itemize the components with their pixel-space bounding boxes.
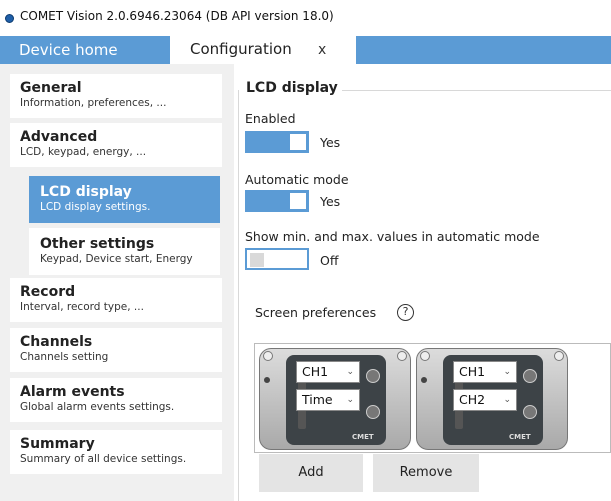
sidebar-item-alarm-events[interactable]: Alarm events Global alarm events setting… [10,378,222,422]
enabled-value: Yes [320,135,341,150]
sidebar-item-summary[interactable]: Summary Summary of all device settings. [10,430,222,474]
screen-1-row-2-select[interactable]: Time ⌄ [296,389,360,411]
sidebar-item-title: Alarm events [20,384,125,400]
device-button-icon [366,405,380,419]
toggle-knob [250,253,264,267]
chevron-down-icon: ⌄ [346,395,354,405]
sidebar-item-subtitle: Global alarm events settings. [20,401,175,413]
screen-1-row-1-select[interactable]: CH1 ⌄ [296,361,360,383]
sidebar-item-title: LCD display [40,184,132,200]
screen-preview-2[interactable]: CMET CH1 ⌄ CH2 ⌄ [416,348,568,450]
title-bar: COMET Vision 2.0.6946.23064 (DB API vers… [0,0,611,36]
sidebar-item-subtitle: LCD, keypad, energy, ... [20,146,147,158]
chevron-down-icon: ⌄ [346,367,354,377]
minmax-label: Show min. and max. values in automatic m… [245,229,540,244]
status-led-icon [264,377,270,383]
mount-hole-icon [397,351,407,361]
minmax-value: Off [320,253,339,268]
mount-hole-icon [554,351,564,361]
sidebar-nav: General Information, preferences, ... Ad… [0,64,234,501]
remove-button[interactable]: Remove [373,454,479,492]
sidebar-item-subtitle: Summary of all device settings. [20,453,187,465]
section-title: LCD display [246,80,342,96]
sidebar-item-channels[interactable]: Channels Channels setting [10,328,222,372]
select-value: CH1 [459,364,486,379]
sidebar-item-subtitle: LCD display settings. [40,201,151,213]
screen-2-row-2-select[interactable]: CH2 ⌄ [453,389,517,411]
sidebar-item-advanced[interactable]: Advanced LCD, keypad, energy, ... [10,123,222,167]
tab-bar: Device home Configuration x [0,36,611,64]
select-value: CH1 [302,364,329,379]
window-title: COMET Vision 2.0.6946.23064 (DB API vers… [20,9,334,23]
minmax-toggle[interactable] [245,248,309,270]
toggle-knob [290,134,306,150]
device-button-icon [523,405,537,419]
enabled-toggle[interactable] [245,131,309,153]
mount-hole-icon [420,351,430,361]
select-value: Time [302,392,333,407]
app-logo-icon [5,14,14,23]
sidebar-item-subtitle: Channels setting [20,351,109,363]
enabled-label: Enabled [245,111,296,126]
automatic-mode-label: Automatic mode [245,172,349,187]
sidebar-item-title: Channels [20,334,93,350]
device-logo: CMET [509,433,531,441]
sidebar-item-lcd-display[interactable]: LCD display LCD display settings. [29,176,220,223]
select-value: CH2 [459,392,486,407]
device-button-icon [523,369,537,383]
sidebar-item-general[interactable]: General Information, preferences, ... [10,74,222,118]
help-icon[interactable]: ? [397,304,414,321]
tab-configuration-label: Configuration [190,40,292,58]
screen-preferences-list: CMET CH1 ⌄ Time ⌄ CMET CH1 ⌄ CH2 ⌄ [254,343,611,453]
screen-2-row-1-select[interactable]: CH1 ⌄ [453,361,517,383]
mount-hole-icon [263,351,273,361]
group-border-top [342,90,611,91]
sidebar-item-title: Advanced [20,129,98,145]
device-logo: CMET [352,433,374,441]
add-button[interactable]: Add [259,454,363,492]
chevron-down-icon: ⌄ [503,367,511,377]
sidebar-item-subtitle: Interval, record type, ... [20,301,144,313]
sidebar-item-title: Record [20,284,76,300]
sidebar-item-record[interactable]: Record Interval, record type, ... [10,278,222,322]
sidebar-item-subtitle: Keypad, Device start, Energy [40,253,193,265]
sidebar-item-title: Other settings [40,236,155,252]
device-button-icon [366,369,380,383]
screen-preferences-label: Screen preferences [255,305,377,320]
group-border [238,90,239,501]
sidebar-item-title: General [20,80,82,96]
chevron-down-icon: ⌄ [503,395,511,405]
lcd-settings-panel: LCD display Enabled Yes Automatic mode Y… [234,64,611,501]
screen-preview-1[interactable]: CMET CH1 ⌄ Time ⌄ [259,348,411,450]
sidebar-item-other-settings[interactable]: Other settings Keypad, Device start, Ene… [29,228,220,275]
tab-device-home[interactable]: Device home [0,36,170,64]
status-led-icon [421,377,427,383]
automatic-mode-toggle[interactable] [245,190,309,212]
sidebar-item-subtitle: Information, preferences, ... [20,97,167,109]
tab-configuration[interactable]: Configuration x [170,36,356,64]
automatic-mode-value: Yes [320,194,341,209]
sidebar-item-title: Summary [20,436,95,452]
toggle-knob [290,193,306,209]
tab-close-icon[interactable]: x [318,37,326,63]
